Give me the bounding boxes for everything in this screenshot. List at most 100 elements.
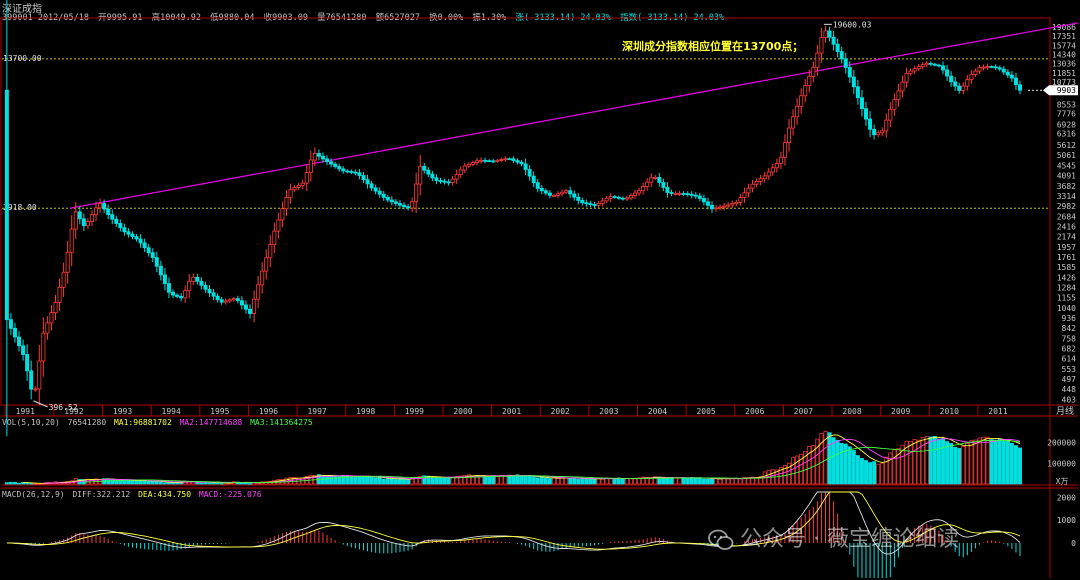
volume-bar [957, 448, 962, 485]
volume-bar [710, 478, 714, 485]
candle-body [183, 290, 188, 299]
candle-body [973, 70, 978, 75]
volume-bar [864, 460, 868, 485]
candle-body [738, 197, 743, 203]
date-tick-label: 2010 [940, 407, 959, 416]
volume-bar [543, 477, 548, 485]
volume-bar [953, 447, 958, 485]
candle-body [29, 370, 34, 390]
candle-body [85, 221, 90, 227]
candle-body [45, 322, 50, 334]
volume-bar [677, 477, 682, 485]
candle-body [710, 204, 715, 210]
candle-body [325, 158, 330, 163]
volume-bar [1009, 443, 1014, 485]
candle-body [179, 296, 184, 299]
candle-body [426, 169, 431, 175]
date-tick-label: 2006 [745, 407, 764, 416]
candle-body [430, 173, 435, 179]
candle-body [1001, 68, 1006, 73]
candle-body [989, 66, 994, 68]
price-tick-label: 2684 [1057, 212, 1076, 221]
volume-bar [535, 477, 540, 485]
volume-bar [855, 455, 860, 485]
candle-body [604, 197, 609, 202]
candle-body [592, 204, 597, 206]
volume-bar [701, 478, 706, 485]
candle-body [126, 231, 131, 235]
volume-bar [154, 481, 159, 485]
candle-body [1018, 84, 1023, 91]
candle-body [248, 308, 253, 314]
candle-body [175, 294, 180, 297]
date-tick-label: 1998 [356, 407, 375, 416]
candle-body [166, 283, 171, 293]
volume-bar [450, 476, 455, 485]
candle-body [223, 300, 228, 303]
candle-body [847, 67, 852, 78]
candle-body [750, 183, 755, 189]
candle-body [734, 201, 739, 205]
candle-body [462, 165, 467, 171]
candle-body [8, 319, 13, 329]
candle-body [65, 251, 70, 273]
volume-bar [430, 477, 435, 485]
price-tick-label: 1957 [1057, 243, 1076, 252]
candle-body [422, 165, 427, 171]
volume-bar [373, 477, 378, 485]
volume-bar [596, 478, 601, 485]
volume-bar [365, 476, 370, 485]
candle-body [961, 85, 966, 91]
vol-value: 76541280 [67, 418, 107, 427]
volume-bar [584, 478, 589, 485]
candle-body [316, 153, 321, 157]
candle-body [665, 187, 670, 193]
watermark: 公众号 · 薇宝缠论细读 [708, 521, 959, 553]
candle-body [641, 186, 646, 192]
volume-bar [1014, 445, 1018, 485]
volume-bar [620, 478, 625, 485]
candle-body [57, 286, 62, 303]
candle-body [450, 178, 455, 183]
date-tick-label: 1991 [16, 407, 35, 416]
candle-body [69, 228, 74, 253]
candle-body [904, 72, 909, 83]
volume-bar [134, 480, 139, 485]
candle-body [41, 332, 46, 362]
volume-bar [126, 479, 131, 485]
volume-bar [600, 478, 605, 485]
volume-bar [446, 477, 451, 485]
candle-body [778, 156, 783, 164]
volume-bar [843, 443, 848, 485]
candle-body [722, 205, 727, 208]
candle-body [187, 280, 192, 292]
price-tick-label: 842 [1062, 324, 1077, 333]
candle-body [329, 161, 334, 165]
volume-bar [434, 477, 439, 485]
date-tick-label: 2005 [696, 407, 715, 416]
candle-body [807, 76, 812, 86]
candle-body [543, 190, 548, 194]
candle-body [94, 207, 99, 216]
candle-body [260, 270, 265, 286]
price-tick-label: 936 [1062, 314, 1077, 323]
candle-body [479, 159, 484, 162]
candle-body [300, 182, 305, 186]
candle-body [276, 219, 281, 232]
candle-body [531, 175, 536, 184]
price-tick-label: 682 [1062, 345, 1077, 354]
volume-bar [564, 477, 569, 485]
candle-body [102, 203, 107, 210]
candle-body [608, 196, 613, 199]
volume-bar [199, 482, 204, 485]
main-panel-frame [0, 17, 1051, 406]
candle-body [884, 119, 889, 132]
candle-body [843, 58, 848, 68]
volume-bar [13, 481, 17, 485]
candle-body [661, 182, 666, 188]
candle-body [851, 76, 856, 88]
candle-body [892, 99, 897, 110]
watermark-text: 公众号 · 薇宝缠论细读 [740, 527, 959, 552]
candle-body [203, 284, 208, 290]
candle-body [195, 276, 200, 282]
